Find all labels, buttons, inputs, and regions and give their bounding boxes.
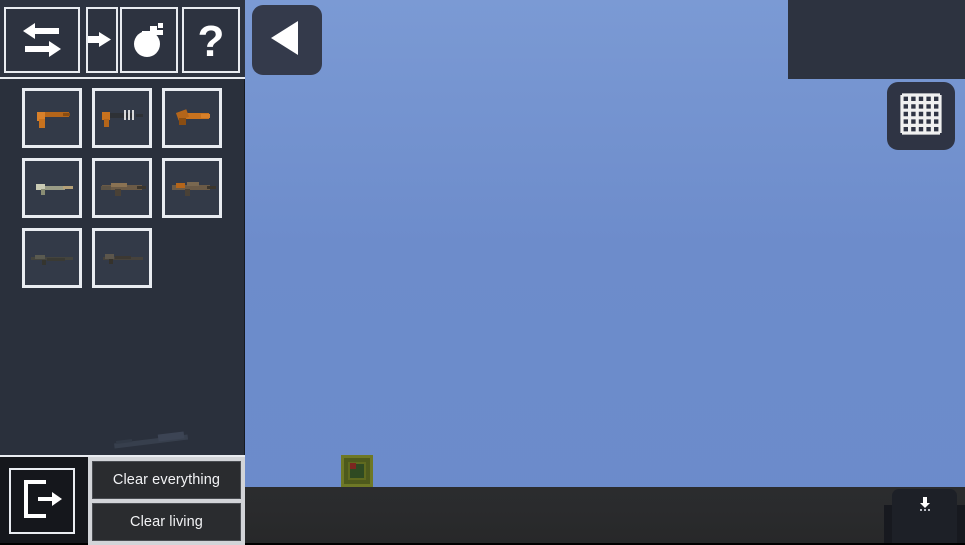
sidebar-toolbar: ? [0,0,245,79]
grenade-button[interactable] [120,7,178,73]
exit-door-icon [20,478,64,525]
weapon-slot-marksman-rifle[interactable] [92,228,152,288]
pistol-icon [37,112,70,128]
left-sidebar: ? Clear everything Clear living [0,0,245,545]
weapon-slot-carbine[interactable] [162,158,222,218]
submachine-gun-icon [36,184,73,195]
clear-everything-button[interactable]: Clear everything [92,461,241,499]
playback-panel [788,0,965,79]
carbine-icon [172,182,216,196]
swap-arrows-button[interactable] [4,7,80,73]
smg-icon [102,110,143,127]
sawed-off-shotgun-icon [175,109,210,125]
marksman-rifle-icon [103,254,143,264]
back-button[interactable] [252,5,322,75]
question-mark-icon: ? [194,18,228,62]
download-tab-button[interactable] [892,489,957,543]
clear-actions-panel: Clear everything Clear living [88,457,245,545]
weapon-grid [0,88,245,298]
weapon-slot-sawed-off[interactable] [162,88,222,148]
weapon-slot-pistol[interactable] [22,88,82,148]
grenade-icon [128,19,170,61]
arrow-right-button[interactable] [86,7,118,73]
sidebar-bottom-bar: Clear everything Clear living [0,455,245,545]
weapon-slot-submachine-gun[interactable] [22,158,82,218]
held-weapon-preview [114,431,189,449]
arrow-right-icon [88,27,115,53]
entity-marker [350,463,356,469]
assault-rifle-icon [101,183,146,196]
clear-living-button[interactable]: Clear living [92,503,241,541]
weapon-slot-assault-rifle[interactable] [92,158,152,218]
weapon-slot-smg[interactable] [92,88,152,148]
help-button[interactable]: ? [182,7,240,73]
weapon-slot-sniper-rifle[interactable] [22,228,82,288]
sniper-rifle-icon [31,255,73,265]
exit-button[interactable] [9,468,75,534]
triangle-left-icon [268,18,306,63]
bottom-right-panel [884,481,965,543]
download-icon [918,496,932,517]
grid-toggle-button[interactable] [887,82,955,150]
spawned-entity[interactable] [341,455,373,487]
svg-text:?: ? [198,18,225,62]
grid-icon [898,91,944,142]
swap-arrows-icon [19,20,65,60]
